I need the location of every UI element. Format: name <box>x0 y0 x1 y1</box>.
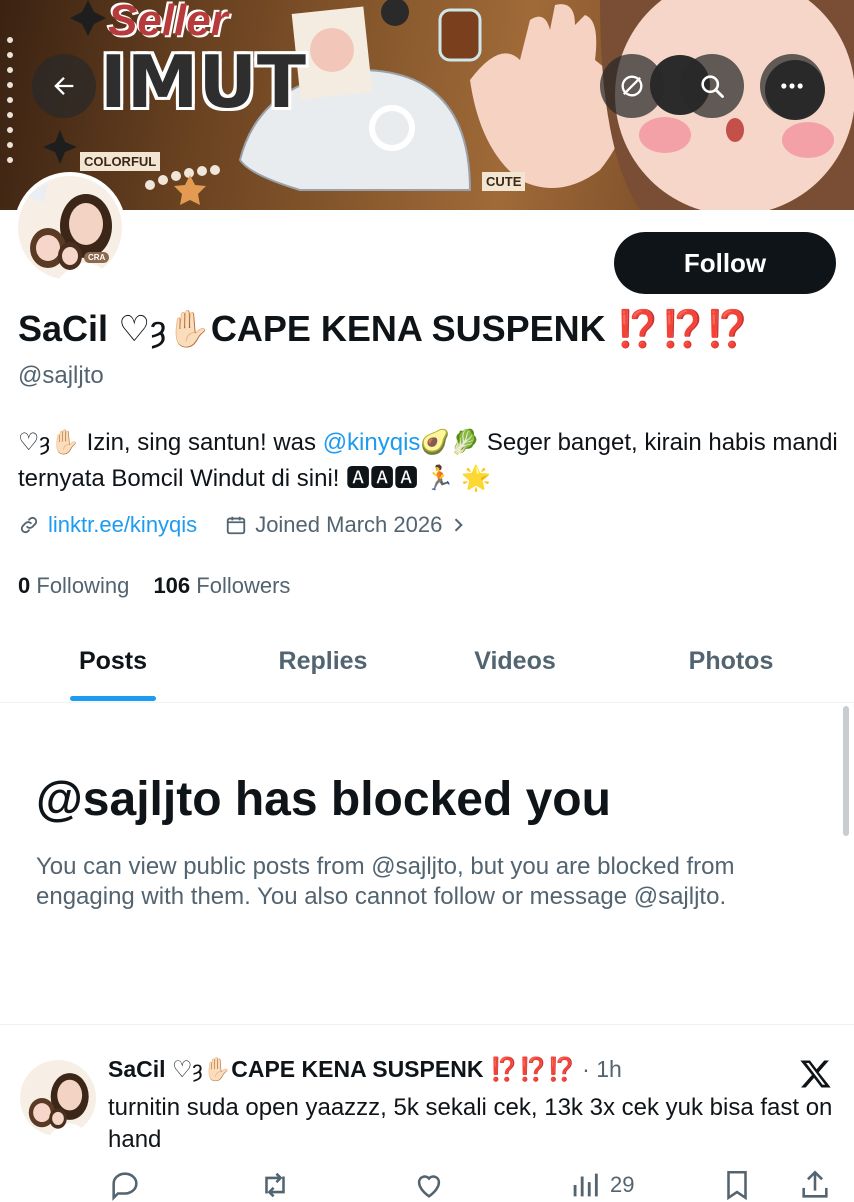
profile-tabs: Posts Replies Videos Photos <box>0 620 854 703</box>
post-actions: 29 <box>108 1168 838 1202</box>
divider <box>0 1024 854 1025</box>
profile-avatar[interactable]: CRA <box>14 172 126 284</box>
kiss-glyph: ȝ <box>39 429 50 456</box>
banner-sticker-colorful: COLORFUL <box>80 152 161 171</box>
tab-videos[interactable]: Videos <box>430 620 600 702</box>
x-logo-icon[interactable] <box>798 1056 834 1092</box>
display-name: SaCil ♡ȝ✋🏻CAPE KENA SUSPENK ⁉️⁉️⁉️ <box>18 308 750 350</box>
profile-bio: ♡ȝ✋🏻 Izin, sing santun! was @kinyqis🥑🥬 S… <box>18 425 838 497</box>
joined-date[interactable]: Joined March 2026 <box>255 512 442 538</box>
heart-icon: ♡ <box>118 308 151 349</box>
post-header: SaCil ♡ȝ✋🏻CAPE KENA SUSPENK ⁉️⁉️⁉️ · 1h <box>108 1056 622 1083</box>
display-name-rest: CAPE KENA SUSPENK <box>210 308 606 349</box>
bio-mention-link[interactable]: @kinyqis <box>323 429 421 456</box>
scrollbar[interactable] <box>843 706 849 836</box>
avocado-icon: 🥑 <box>420 429 451 456</box>
bio-text-1: Izin, sing santun! was <box>86 429 323 456</box>
post-author-avatar[interactable] <box>20 1060 96 1136</box>
interrobang-marks: ⁉️⁉️⁉️ <box>489 1056 576 1082</box>
more-button[interactable] <box>760 54 824 118</box>
kiss-glyph: ȝ <box>192 1056 203 1082</box>
raised-hand-icon: ✋🏻 <box>166 308 211 349</box>
leafy-green-icon: 🥬 <box>450 429 481 456</box>
profile-meta: linktr.ee/kinyqis Joined March 2026 <box>18 512 468 538</box>
heart-outline-icon <box>417 1175 441 1198</box>
post-time[interactable]: · 1h <box>582 1056 622 1082</box>
tab-posts[interactable]: Posts <box>28 620 198 702</box>
bio-emoji-tail: 🅰🅰🅰 🏃 🌟 <box>346 465 492 492</box>
banner-sticker-cute: CUTE <box>482 172 526 191</box>
repost-button[interactable] <box>258 1168 292 1202</box>
hide-reposts-button[interactable] <box>600 54 664 118</box>
following-label: Following <box>36 573 130 598</box>
blocked-title: @sajljto has blocked you <box>36 773 611 826</box>
tab-photos[interactable]: Photos <box>646 620 816 702</box>
bookmark-button[interactable] <box>720 1168 754 1202</box>
post-author-name-prefix: SaCil <box>108 1056 166 1082</box>
search-button[interactable] <box>680 54 744 118</box>
profile-website-link[interactable]: linktr.ee/kinyqis <box>48 512 197 538</box>
avatar-image <box>18 176 122 280</box>
following-count: 0 <box>18 573 31 598</box>
back-button[interactable] <box>32 54 96 118</box>
views-button[interactable]: 29 <box>568 1168 634 1202</box>
raised-hand-icon: ✋🏻 <box>50 429 80 456</box>
blocked-description: You can view public posts from @sajljto,… <box>36 853 735 910</box>
hide-retweets-icon <box>621 75 643 97</box>
reply-button[interactable] <box>108 1168 142 1202</box>
follow-counts: 0 Following 106 Followers <box>18 573 290 599</box>
bookmark-icon <box>727 1170 747 1201</box>
calendar-icon <box>227 516 246 535</box>
profile-handle: @sajljto <box>18 362 104 389</box>
raised-hand-icon: ✋🏻 <box>202 1056 232 1082</box>
followers-link[interactable]: 106 Followers <box>153 573 290 598</box>
post-author-name-rest: CAPE KENA SUSPENK <box>231 1056 484 1082</box>
heart-icon: ♡ <box>18 429 40 456</box>
followers-count: 106 <box>153 573 191 598</box>
share-icon <box>802 1170 828 1198</box>
more-icon <box>781 83 803 89</box>
share-button[interactable] <box>798 1168 832 1202</box>
post-text: turnitin suda open yaazzz, 5k sekali cek… <box>108 1094 833 1153</box>
follow-button[interactable]: Follow <box>614 232 836 294</box>
heart-icon: ♡ <box>171 1056 193 1082</box>
avatar-badge: CRA <box>84 252 110 263</box>
reply-icon <box>112 1172 138 1201</box>
link-icon <box>20 516 38 534</box>
kiss-glyph: ȝ <box>150 308 167 349</box>
chevron-right-icon[interactable] <box>448 515 468 535</box>
active-tab-indicator <box>70 696 156 701</box>
repost-icon <box>265 1172 285 1198</box>
following-link[interactable]: 0 Following <box>18 573 129 598</box>
tab-replies[interactable]: Replies <box>238 620 408 702</box>
views-chart-icon <box>573 1173 598 1197</box>
views-count: 29 <box>610 1172 635 1197</box>
interrobang-marks: ⁉️⁉️⁉️ <box>615 308 751 349</box>
banner-title-line2: IMUT <box>100 40 307 124</box>
like-button[interactable] <box>412 1168 446 1202</box>
back-arrow-icon <box>54 77 74 95</box>
followers-label: Followers <box>196 573 291 598</box>
display-name-prefix: SaCil <box>18 308 109 349</box>
search-icon <box>701 75 724 98</box>
post-author-name[interactable]: SaCil ♡ȝ✋🏻CAPE KENA SUSPENK ⁉️⁉️⁉️ <box>108 1056 576 1082</box>
avatar-image <box>20 1060 96 1136</box>
